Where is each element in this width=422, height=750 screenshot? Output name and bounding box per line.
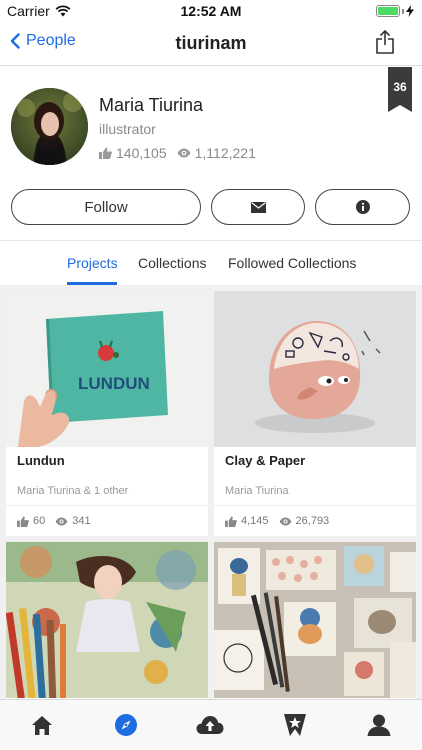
views-count: 26,793 (295, 515, 330, 527)
info-icon (355, 200, 370, 214)
likes-count: 4,145 (241, 515, 269, 527)
project-likes: 60 (17, 515, 45, 527)
project-owner: Maria Tiurina & 1 other (17, 485, 129, 497)
project-stats: 60 341 (17, 515, 91, 527)
profile-header: Maria Tiurina illustrator 140,105 1,112,… (0, 67, 422, 239)
tab-featured[interactable] (281, 712, 309, 738)
tab-discover[interactable] (112, 712, 140, 738)
eye-icon (279, 516, 291, 526)
project-thumbnail (214, 291, 416, 447)
follow-button[interactable]: Follow (11, 189, 201, 225)
featured-icon (284, 714, 306, 736)
appreciations-stat: 140,105 (99, 145, 167, 161)
avatar[interactable] (11, 88, 88, 165)
profile-tabs: Projects Collections Followed Collection… (0, 240, 422, 285)
views-stat: 1,112,221 (177, 145, 256, 161)
info-button[interactable] (315, 189, 410, 225)
project-stats: 4,145 26,793 (225, 515, 329, 527)
project-card-illustration[interactable] (6, 542, 208, 699)
battery-level (378, 7, 398, 15)
status-time: 12:52 AM (180, 3, 242, 19)
charging-icon (406, 5, 414, 17)
eye-icon (55, 516, 68, 526)
tab-projects[interactable]: Projects (67, 255, 118, 271)
card-divider (214, 505, 416, 506)
project-thumbnail: LUNDUN (6, 291, 208, 447)
bottom-tab-bar (0, 699, 422, 750)
book-cover-text: LUNDUN (78, 374, 150, 393)
views-count: 341 (72, 515, 91, 527)
discover-icon (115, 714, 137, 736)
project-thumbnail (214, 542, 416, 698)
project-views: 341 (55, 515, 91, 527)
profile-icon (367, 714, 391, 736)
project-card-lundun[interactable]: LUNDUN Lundun Maria Tiurina & 1 other 60 (6, 291, 208, 536)
project-owner: Maria Tiurina (225, 485, 289, 497)
share-icon (376, 29, 394, 54)
tab-upload[interactable] (196, 712, 224, 738)
battery-icon (376, 5, 400, 17)
navigation-bar: People tiurinam (0, 22, 422, 66)
eye-icon (177, 148, 191, 158)
card-divider (6, 505, 208, 506)
battery-indicator (376, 5, 414, 17)
project-title: Lundun (17, 453, 65, 468)
project-likes: 4,145 (225, 515, 269, 527)
project-views: 26,793 (279, 515, 330, 527)
thumbs-up-icon (225, 515, 237, 527)
tab-home[interactable] (28, 712, 56, 738)
tab-collections[interactable]: Collections (138, 255, 206, 271)
status-bar: Carrier 12:52 AM (0, 0, 422, 22)
avatar-image (11, 88, 88, 165)
envelope-icon (250, 201, 266, 213)
battery-nub (402, 8, 404, 14)
page-title: tiurinam (175, 33, 247, 53)
views-count: 1,112,221 (194, 145, 256, 161)
project-card-clay-paper[interactable]: Clay & Paper Maria Tiurina 4,145 26,793 (214, 291, 416, 536)
home-icon (32, 716, 52, 735)
upload-icon (196, 716, 224, 734)
project-card-sketches[interactable] (214, 542, 416, 699)
badge-notch (388, 105, 412, 112)
thumbs-up-icon (99, 147, 112, 159)
share-button[interactable] (376, 29, 394, 59)
project-thumbnail (6, 542, 208, 698)
profile-role: illustrator (99, 121, 156, 137)
tab-profile[interactable] (365, 712, 393, 738)
message-button[interactable] (211, 189, 305, 225)
thumbs-up-icon (17, 515, 29, 527)
profile-stats: 140,105 1,112,221 (99, 145, 256, 161)
profile-name: Maria Tiurina (99, 95, 204, 115)
tab-followed-collections[interactable]: Followed Collections (228, 255, 356, 271)
likes-count: 60 (33, 515, 46, 527)
project-count-badge: 36 (388, 67, 412, 105)
project-title: Clay & Paper (225, 453, 306, 468)
appreciations-count: 140,105 (116, 145, 167, 161)
projects-grid[interactable]: LUNDUN Lundun Maria Tiurina & 1 other 60 (0, 285, 422, 699)
